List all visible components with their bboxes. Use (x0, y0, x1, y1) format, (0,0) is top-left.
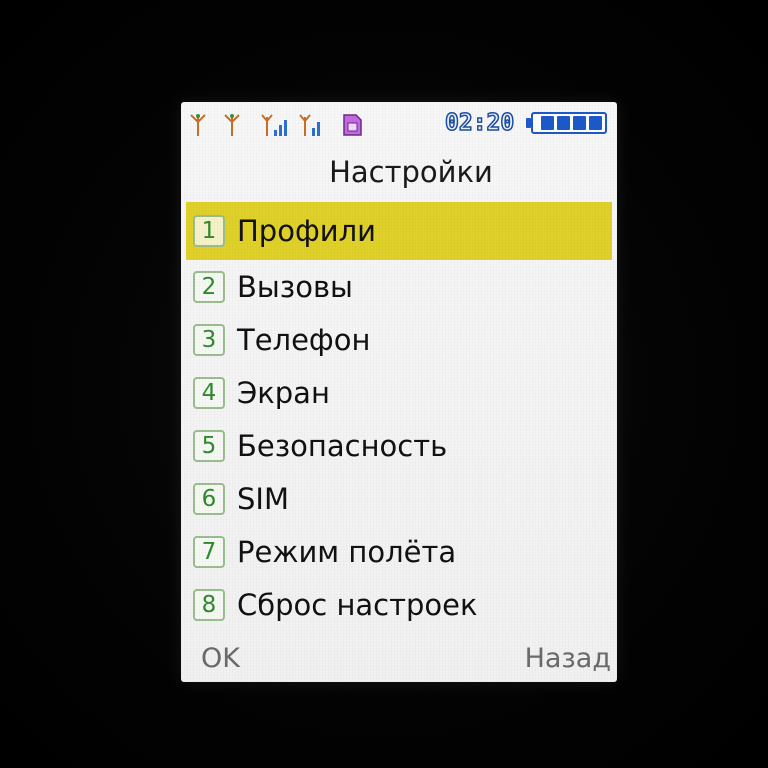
menu-item-number: 8 (193, 588, 225, 621)
antenna-icon (224, 114, 240, 136)
menu-item-profiles[interactable]: 1 Профили (186, 202, 612, 260)
menu-item-number: 7 (193, 535, 225, 568)
antenna-icon (190, 114, 206, 136)
menu-item-security[interactable]: 5 Безопасность (181, 419, 617, 472)
status-bar: 02:20 (181, 102, 617, 148)
menu-item-number: 5 (193, 429, 225, 462)
menu-item-label: Режим полёта (237, 534, 457, 569)
battery-cell (589, 116, 602, 130)
menu-item-label: Сброс настроек (237, 587, 478, 622)
phone-bezel: 02:20 Настройки 1 Профили 2 Вызовы 3 Тел… (0, 0, 768, 768)
battery-icon (531, 112, 607, 134)
signal-strength-icon (299, 114, 320, 136)
menu-item-number: 2 (193, 270, 225, 303)
screen-title: Настройки (329, 155, 493, 189)
menu-item-number: 3 (193, 323, 225, 356)
clock-text: 02:20 (444, 109, 515, 137)
battery-cell (557, 116, 570, 130)
menu-item-label: Экран (237, 375, 330, 410)
sim-card-icon (343, 114, 362, 136)
menu-item-label: Безопасность (237, 428, 448, 463)
menu-item-flight-mode[interactable]: 7 Режим полёта (181, 525, 617, 578)
settings-menu: 1 Профили 2 Вызовы 3 Телефон 4 Экран 5 Б… (181, 202, 617, 631)
menu-item-label: SIM (237, 481, 289, 516)
battery-cell (573, 116, 586, 130)
softkey-bar: OK Назад (181, 638, 617, 682)
menu-item-display[interactable]: 4 Экран (181, 366, 617, 419)
menu-item-label: Телефон (237, 322, 371, 357)
signal-strength-icon (261, 114, 287, 136)
menu-item-number: 4 (193, 376, 225, 409)
ok-softkey[interactable]: OK (201, 644, 240, 674)
menu-item-phone[interactable]: 3 Телефон (181, 313, 617, 366)
menu-item-number: 1 (193, 215, 225, 247)
phone-screen: 02:20 Настройки 1 Профили 2 Вызовы 3 Тел… (181, 102, 617, 682)
battery-cell (541, 116, 554, 130)
menu-item-sim[interactable]: 6 SIM (181, 472, 617, 525)
menu-item-reset-settings[interactable]: 8 Сброс настроек (181, 578, 617, 631)
menu-item-calls[interactable]: 2 Вызовы (181, 260, 617, 313)
menu-item-label: Вызовы (237, 269, 353, 304)
back-softkey[interactable]: Назад (525, 644, 611, 674)
menu-item-label: Профили (237, 214, 376, 248)
menu-item-number: 6 (193, 482, 225, 515)
